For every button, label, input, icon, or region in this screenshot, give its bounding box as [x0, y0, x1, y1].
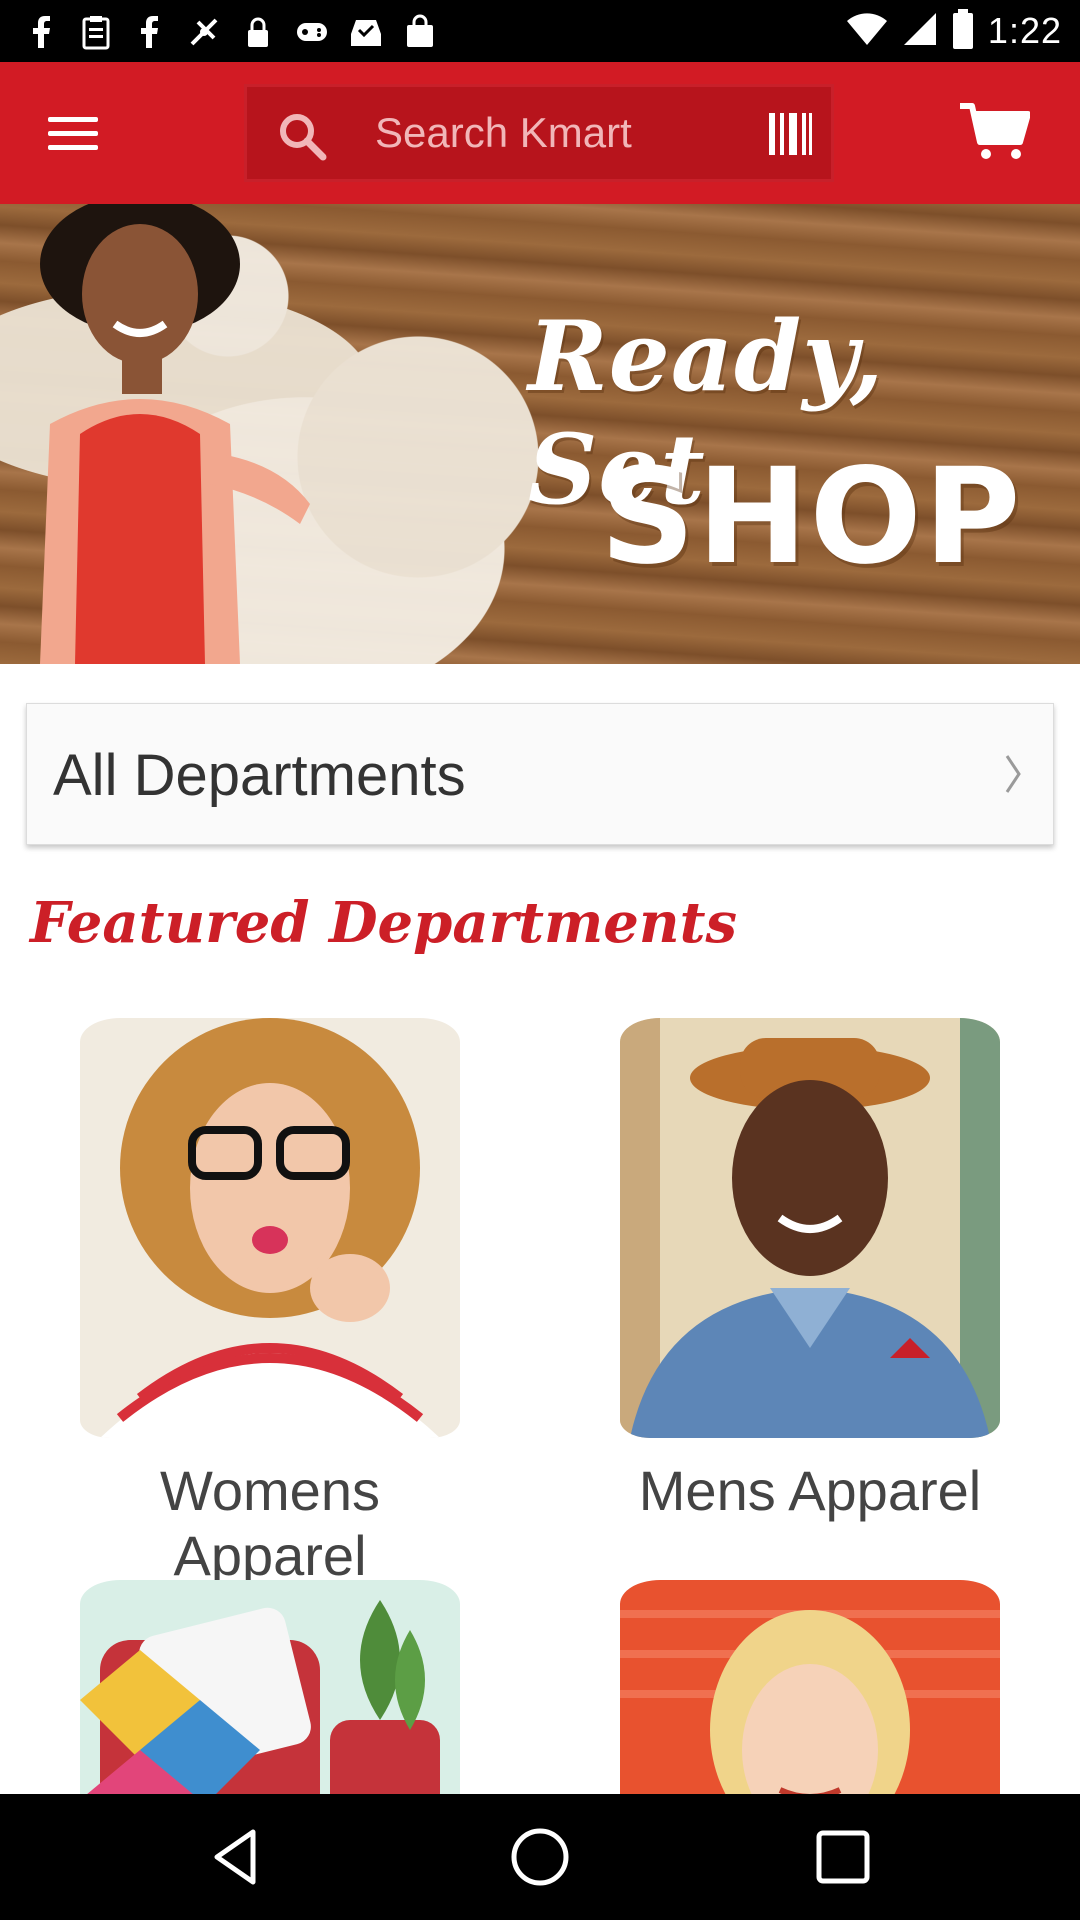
featured-departments-heading: Featured Departments	[30, 890, 737, 956]
promo-banner[interactable]: Ready, Set SHOP	[0, 204, 1080, 664]
wifi-icon	[846, 11, 888, 52]
system-status: 1:22	[846, 8, 1062, 54]
recents-icon[interactable]	[808, 1822, 878, 1892]
womens-apparel-tile[interactable]: Womens Apparel	[80, 1018, 460, 1587]
home-icon[interactable]	[505, 1822, 575, 1892]
womens-apparel-image	[80, 1018, 460, 1438]
barcode-scanner-icon[interactable]	[767, 111, 813, 157]
banner-title-line2: SHOP	[600, 440, 1023, 594]
search-placeholder: Search Kmart	[375, 109, 632, 156]
clipboard-icon	[78, 14, 114, 50]
facebook-icon	[24, 14, 60, 50]
search-icon[interactable]	[277, 111, 327, 161]
status-bar: 1:22	[0, 0, 1080, 62]
home-decor-tile[interactable]	[80, 1580, 460, 1794]
notification-icons	[24, 12, 438, 52]
game-controller-icon	[294, 14, 330, 50]
chevron-right-icon	[1003, 752, 1023, 796]
girls-apparel-image	[620, 1580, 1000, 1794]
mens-apparel-label: Mens Apparel	[638, 1459, 982, 1522]
womens-apparel-label: Womens Apparel	[160, 1459, 380, 1587]
fake-gps-icon	[186, 14, 222, 50]
facebook-icon	[132, 14, 168, 50]
inbox-check-icon	[348, 14, 384, 50]
lock-icon	[240, 14, 276, 50]
cart-icon[interactable]	[958, 92, 1031, 164]
battery-icon	[952, 8, 974, 54]
mens-apparel-image	[620, 1018, 1000, 1438]
all-departments-button[interactable]: All Departments	[26, 703, 1054, 845]
girls-apparel-tile[interactable]	[620, 1580, 1000, 1794]
search-input[interactable]: Search Kmart	[244, 84, 834, 182]
all-departments-label: All Departments	[53, 743, 466, 808]
mens-apparel-tile[interactable]: Mens Apparel	[620, 1018, 1000, 1538]
signal-icon	[902, 11, 938, 52]
home-decor-image	[80, 1580, 460, 1794]
app-bar: Search Kmart	[0, 62, 1080, 204]
shopping-bag-icon	[402, 14, 438, 50]
banner-woman-image	[40, 204, 310, 664]
back-icon[interactable]	[203, 1822, 273, 1892]
status-time: 1:22	[987, 10, 1062, 51]
hamburger-menu-icon[interactable]	[30, 98, 116, 168]
system-nav-bar	[0, 1794, 1080, 1920]
